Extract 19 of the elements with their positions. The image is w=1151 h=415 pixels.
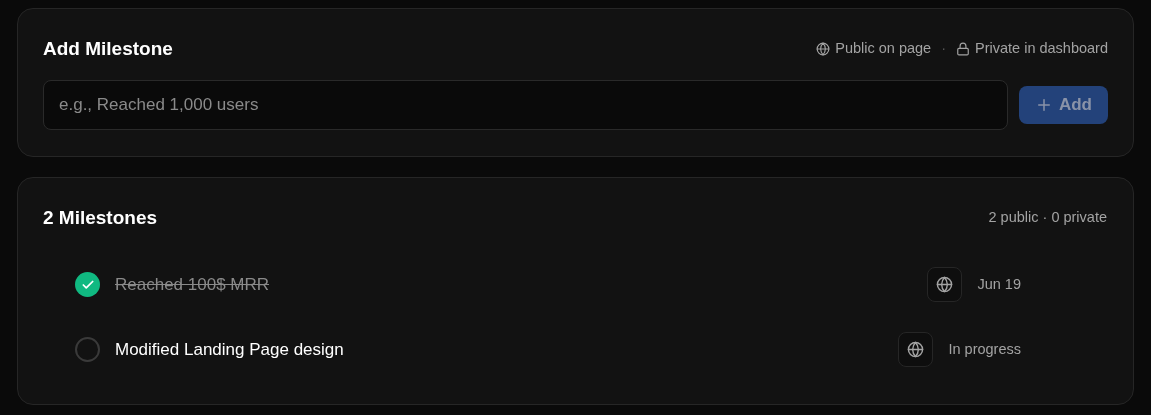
milestone-checkbox[interactable] bbox=[75, 337, 100, 362]
globe-icon bbox=[907, 341, 925, 358]
milestone-status: In progress bbox=[948, 339, 1021, 359]
separator-dot: · bbox=[941, 39, 946, 59]
milestone-status: Jun 19 bbox=[977, 274, 1021, 294]
milestone-checkbox[interactable] bbox=[75, 272, 100, 297]
milestone-title: Reached 100$ MRR bbox=[115, 273, 271, 296]
globe-icon bbox=[936, 276, 954, 293]
card-title: 2 Milestones bbox=[43, 205, 158, 230]
milestone-input[interactable]: e.g., Reached 1,000 users bbox=[43, 79, 1008, 130]
milestone-summary: 2 public · 0 private bbox=[988, 207, 1107, 227]
visibility-hint: Private in dashboard bbox=[975, 39, 1108, 59]
visibility-hint: Public on page bbox=[835, 39, 932, 59]
lock-icon bbox=[956, 42, 970, 57]
visibility-button[interactable] bbox=[898, 332, 934, 367]
visibility-button[interactable] bbox=[927, 267, 963, 302]
milestone-title: Modified Landing Page design bbox=[115, 338, 345, 361]
globe-icon bbox=[816, 42, 831, 57]
card-title: Add Milestone bbox=[43, 37, 173, 61]
